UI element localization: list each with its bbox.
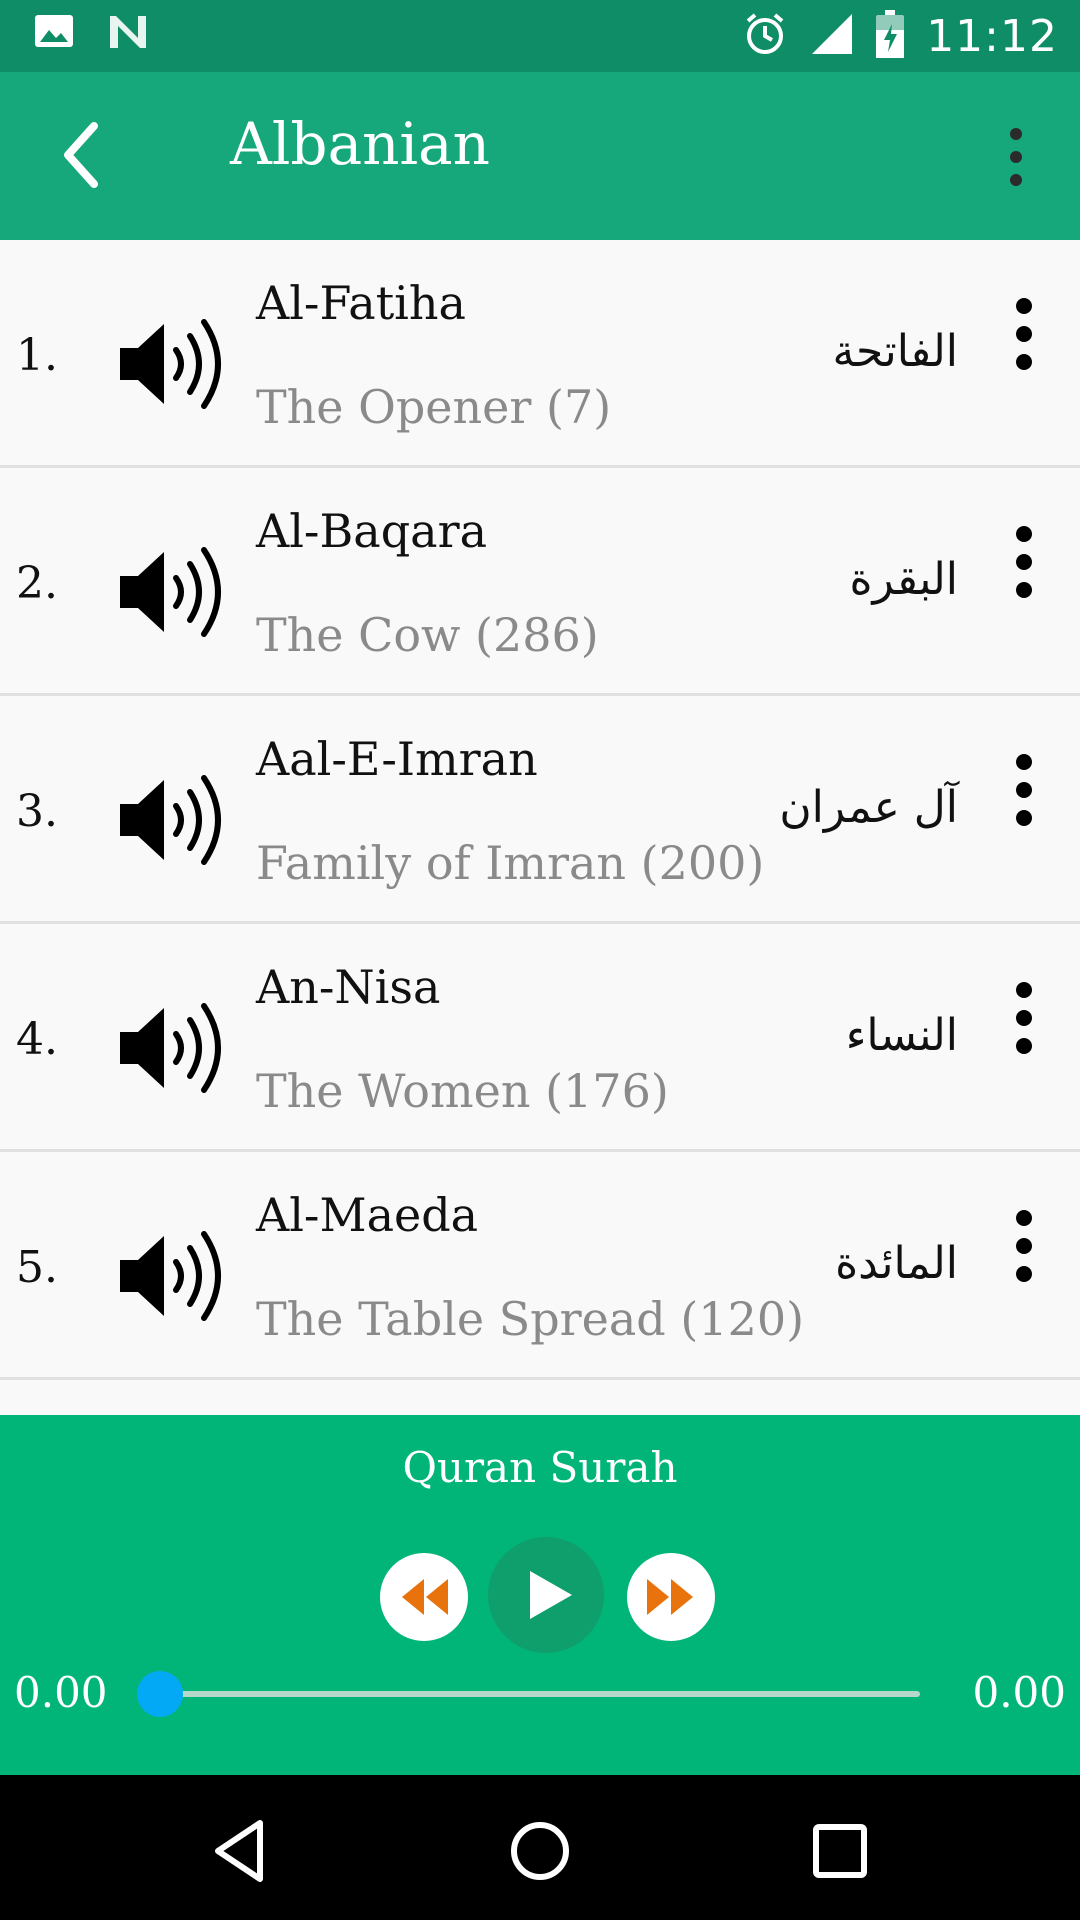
elapsed-time: 0.00 <box>14 1668 108 1717</box>
list-item-partial[interactable] <box>0 1380 1080 1415</box>
surah-arabic-name: البقرة <box>849 554 959 605</box>
surah-arabic-name: الفاتحة <box>832 326 958 377</box>
surah-title: Al-Fatiha <box>256 276 466 330</box>
chevron-left-icon <box>64 122 98 188</box>
surah-subtitle: Family of Imran (200) <box>256 836 765 890</box>
fast-forward-button[interactable] <box>627 1553 715 1641</box>
speaker-icon[interactable] <box>116 998 228 1098</box>
nav-recents-button[interactable] <box>800 1811 880 1891</box>
audio-player: Quran Surah 0.00 0.00 <box>0 1415 1080 1775</box>
speaker-icon[interactable] <box>116 770 228 870</box>
surah-number: 3. <box>16 786 58 837</box>
signal-icon <box>810 12 854 60</box>
speaker-icon[interactable] <box>116 314 228 414</box>
list-item[interactable]: 2. Al-Baqara The Cow (286) البقرة <box>0 468 1080 696</box>
nav-home-button[interactable] <box>500 1811 580 1891</box>
fast-forward-icon <box>647 1579 693 1615</box>
more-options-button[interactable] <box>996 122 1036 192</box>
surah-title: Al-Baqara <box>256 504 487 558</box>
surah-list[interactable]: 1. Al-Fatiha The Opener (7) الفاتحة 2. A… <box>0 240 1080 1415</box>
status-bar: 11:12 <box>0 0 1080 72</box>
speaker-icon[interactable] <box>116 542 228 642</box>
more-vert-icon <box>1010 128 1022 186</box>
seek-bar-thumb[interactable] <box>137 1671 183 1717</box>
surah-arabic-name: آل عمران <box>779 782 958 833</box>
alarm-icon <box>742 11 788 61</box>
total-time: 0.00 <box>972 1668 1066 1717</box>
surah-subtitle: The Women (176) <box>256 1064 669 1118</box>
navigation-bar <box>0 1775 1080 1920</box>
battery-charging-icon <box>876 10 905 62</box>
surah-arabic-name: المائدة <box>835 1238 958 1289</box>
surah-subtitle: The Table Spread (120) <box>256 1292 805 1346</box>
list-item[interactable]: 5. Al-Maeda The Table Spread (120) المائ… <box>0 1152 1080 1380</box>
surah-number: 2. <box>16 558 58 609</box>
item-more-icon[interactable] <box>1004 516 1044 616</box>
app-bar: Albanian <box>0 72 1080 240</box>
item-more-icon[interactable] <box>1004 972 1044 1072</box>
player-title: Quran Surah <box>402 1443 678 1492</box>
surah-subtitle: The Cow (286) <box>256 608 599 662</box>
item-more-icon[interactable] <box>1004 744 1044 844</box>
surah-number: 1. <box>16 330 58 381</box>
surah-title: An-Nisa <box>256 960 441 1014</box>
surah-number: 5. <box>16 1242 58 1293</box>
page-title: Albanian <box>230 110 490 178</box>
seek-bar-track[interactable] <box>158 1691 920 1697</box>
surah-title: Aal-E-Imran <box>256 732 538 786</box>
surah-arabic-name: النساء <box>845 1010 958 1061</box>
list-item[interactable]: 1. Al-Fatiha The Opener (7) الفاتحة <box>0 240 1080 468</box>
play-icon <box>530 1571 572 1619</box>
list-item[interactable]: 3. Aal-E-Imran Family of Imran (200) آل … <box>0 696 1080 924</box>
rewind-icon <box>402 1579 448 1615</box>
n-icon <box>108 14 148 54</box>
surah-number: 4. <box>16 1014 58 1065</box>
surah-subtitle: The Opener (7) <box>256 380 612 434</box>
surah-title: Al-Maeda <box>256 1188 479 1242</box>
list-item[interactable]: 4. An-Nisa The Women (176) النساء <box>0 924 1080 1152</box>
status-clock: 11:12 <box>926 10 1058 62</box>
play-button[interactable] <box>488 1537 604 1653</box>
back-button[interactable] <box>56 118 116 192</box>
item-more-icon[interactable] <box>1004 1200 1044 1300</box>
rewind-button[interactable] <box>380 1553 468 1641</box>
triangle-back-icon <box>215 1820 263 1882</box>
item-more-icon[interactable] <box>1004 288 1044 388</box>
speaker-icon[interactable] <box>116 1226 228 1326</box>
nav-back-button[interactable] <box>202 1811 282 1891</box>
square-recents-icon <box>813 1824 867 1878</box>
circle-home-icon <box>511 1822 569 1880</box>
image-icon <box>34 14 74 54</box>
